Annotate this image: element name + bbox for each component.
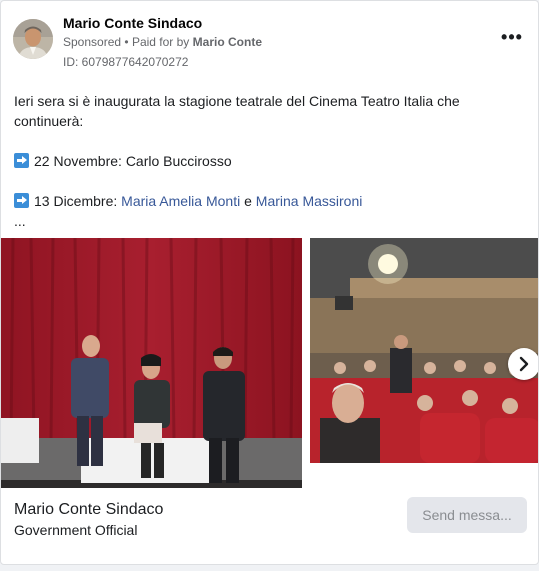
event-line-2: 13 Dicembre: Maria Amelia Monti e Marina… (14, 191, 524, 211)
ad-id: ID: 6079877642070272 (63, 55, 189, 69)
ad-card: Mario Conte Sindaco Sponsored • Paid for… (0, 0, 539, 565)
post-header: Mario Conte Sindaco Sponsored • Paid for… (13, 13, 526, 73)
sponsored-line: Sponsored • Paid for by Mario Conte (63, 35, 262, 49)
footer-page-name[interactable]: Mario Conte Sindaco (14, 501, 163, 519)
more-options-button[interactable]: ••• (498, 28, 526, 51)
chevron-right-icon (519, 356, 529, 372)
carousel-next-button[interactable] (508, 348, 538, 380)
right-arrow-icon (14, 153, 29, 168)
carousel-image-audience[interactable] (310, 238, 538, 463)
footer-category: Government Official (14, 522, 138, 538)
mention-link-1[interactable]: Maria Amelia Monti (121, 193, 240, 209)
paid-for-label: Paid for by (131, 35, 190, 49)
event-1-text: 22 Novembre: Carlo Buccirosso (34, 153, 232, 169)
post-text-intro: Ieri sera si è inaugurata la stagione te… (14, 93, 460, 129)
carousel-image-stage[interactable] (1, 238, 302, 488)
post-text: Ieri sera si è inaugurata la stagione te… (14, 91, 524, 231)
send-message-button[interactable]: Send messa... (407, 497, 527, 533)
page-name[interactable]: Mario Conte Sindaco (63, 15, 202, 31)
avatar[interactable] (13, 19, 53, 59)
image-carousel (1, 238, 538, 488)
see-more-ellipsis[interactable]: ... (14, 211, 524, 231)
more-horizontal-icon: ••• (501, 27, 523, 47)
separator-dot: • (124, 35, 129, 49)
event-2-conjunction: e (244, 193, 252, 209)
mention-link-2[interactable]: Marina Massironi (256, 193, 363, 209)
paid-for-name: Mario Conte (192, 35, 262, 49)
sponsored-label: Sponsored (63, 35, 122, 49)
event-2-prefix: 13 Dicembre: (34, 193, 118, 209)
event-line-1: 22 Novembre: Carlo Buccirosso (14, 151, 524, 171)
right-arrow-icon (14, 193, 29, 208)
